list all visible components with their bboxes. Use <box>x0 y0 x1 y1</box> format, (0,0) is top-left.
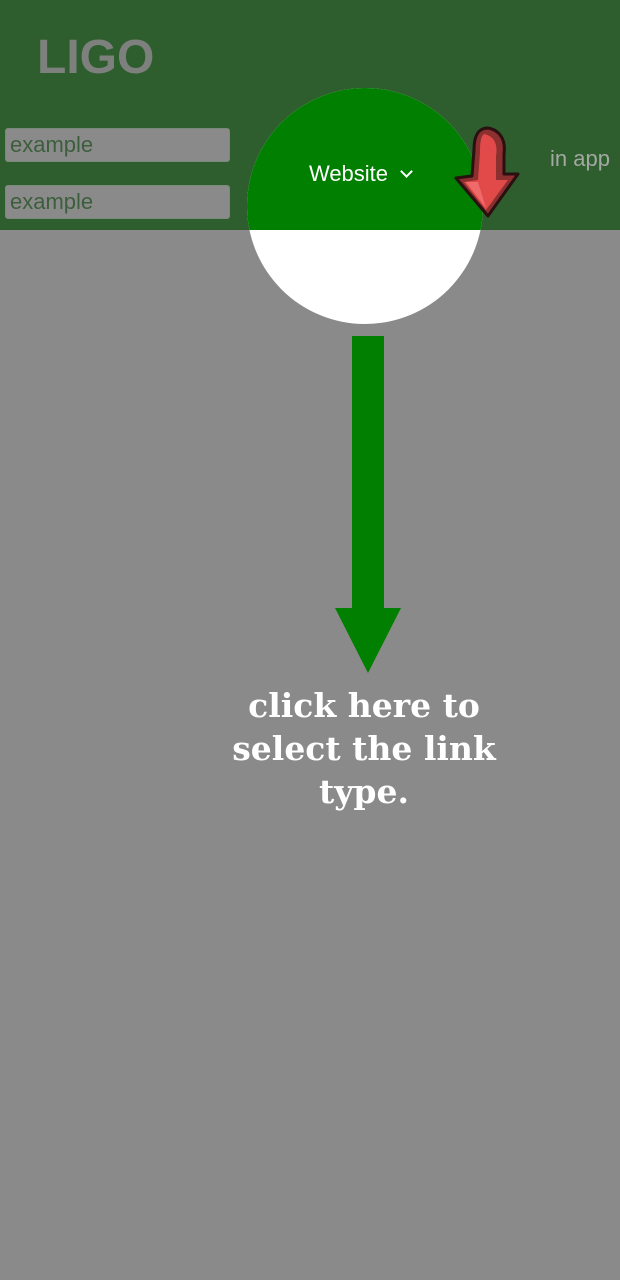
link-type-selected: Website <box>308 161 389 186</box>
chevron-down-icon <box>400 164 413 178</box>
red-down-arrow-icon <box>454 126 520 218</box>
link-field-1[interactable]: example <box>5 128 230 162</box>
tutorial-hint-text: click here to select the link type. <box>232 686 496 811</box>
green-down-arrow-icon <box>335 336 401 673</box>
in-app-label[interactable]: in app <box>548 144 612 174</box>
tutorial-screen: LIGO example example in app Website clic… <box>0 0 620 1280</box>
app-logo: LIGO <box>37 31 155 84</box>
link-type-dropdown[interactable]: Website <box>250 156 470 192</box>
link-field-2[interactable]: example <box>5 185 230 219</box>
